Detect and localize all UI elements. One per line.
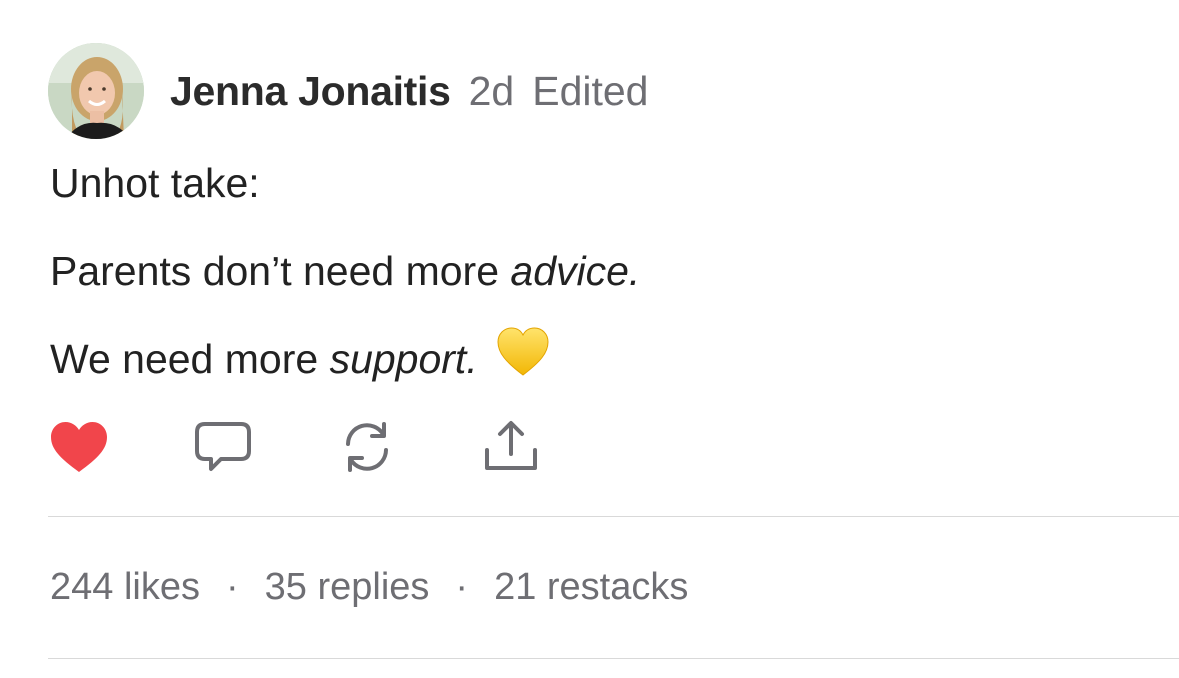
- post-line-1: Unhot take:: [50, 160, 260, 206]
- post-line-2: Parents don’t need more advice.: [50, 248, 641, 294]
- post-body: Unhot take: Parents don’t need more advi…: [50, 158, 1150, 428]
- post-age[interactable]: 2d: [469, 68, 515, 115]
- likes-count[interactable]: 244 likes: [50, 566, 200, 609]
- reply-button[interactable]: [192, 416, 254, 478]
- post-line-3: We need more support.: [50, 327, 1150, 390]
- divider: [48, 516, 1179, 517]
- emphasis-advice: advice.: [510, 248, 641, 294]
- restack-button[interactable]: [336, 416, 398, 478]
- avatar-image: [48, 43, 144, 139]
- action-bar: [48, 416, 624, 478]
- emphasis-support: support.: [329, 336, 478, 382]
- note-post: Jenna Jonaitis 2d Edited Unhot take: Par…: [0, 0, 1179, 678]
- comment-icon: [195, 422, 251, 471]
- heart-icon: [51, 422, 107, 472]
- share-button[interactable]: [480, 416, 542, 478]
- separator-dot: ·: [225, 566, 239, 608]
- edited-label: Edited: [532, 67, 649, 114]
- replies-count[interactable]: 35 replies: [265, 566, 430, 609]
- like-button[interactable]: [48, 416, 110, 478]
- yellow-heart-emoji-icon: [496, 325, 550, 390]
- share-icon: [485, 421, 537, 470]
- restack-icon: [346, 422, 388, 472]
- author-name[interactable]: Jenna Jonaitis: [170, 68, 451, 115]
- post-header: Jenna Jonaitis 2d Edited: [48, 42, 649, 140]
- restacks-count[interactable]: 21 restacks: [494, 566, 688, 609]
- divider: [48, 658, 1179, 659]
- avatar[interactable]: [48, 43, 144, 139]
- separator-dot: ·: [455, 566, 469, 608]
- post-stats: 244 likes · 35 replies · 21 restacks: [50, 566, 688, 609]
